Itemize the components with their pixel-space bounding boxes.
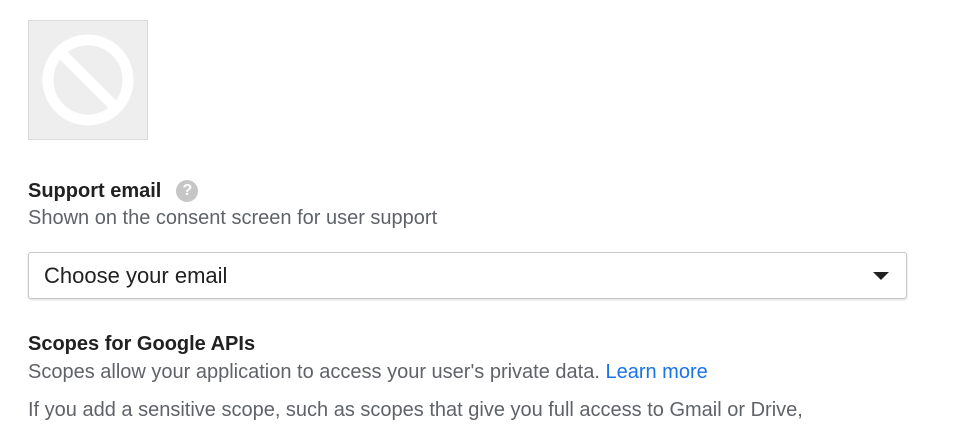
support-email-description: Shown on the consent screen for user sup…	[28, 207, 438, 229]
learn-more-link[interactable]: Learn more	[605, 361, 707, 383]
help-icon[interactable]: ?	[176, 180, 199, 202]
support-email-header: Support email ?	[28, 178, 199, 204]
support-email-select-value: Choose your email	[44, 263, 228, 288]
dropdown-arrow-icon	[873, 272, 889, 280]
no-image-placeholder-icon	[42, 34, 134, 126]
sensitive-scope-text: If you add a sensitive scope, such as sc…	[28, 399, 803, 421]
support-email-select[interactable]: Choose your email	[28, 252, 907, 299]
scopes-title: Scopes for Google APIs	[28, 333, 256, 355]
scopes-description-line: Scopes allow your application to access …	[28, 361, 708, 384]
support-email-title: Support email	[28, 179, 162, 202]
scopes-description: Scopes allow your application to access …	[28, 361, 600, 383]
logo-placeholder[interactable]	[28, 20, 148, 140]
